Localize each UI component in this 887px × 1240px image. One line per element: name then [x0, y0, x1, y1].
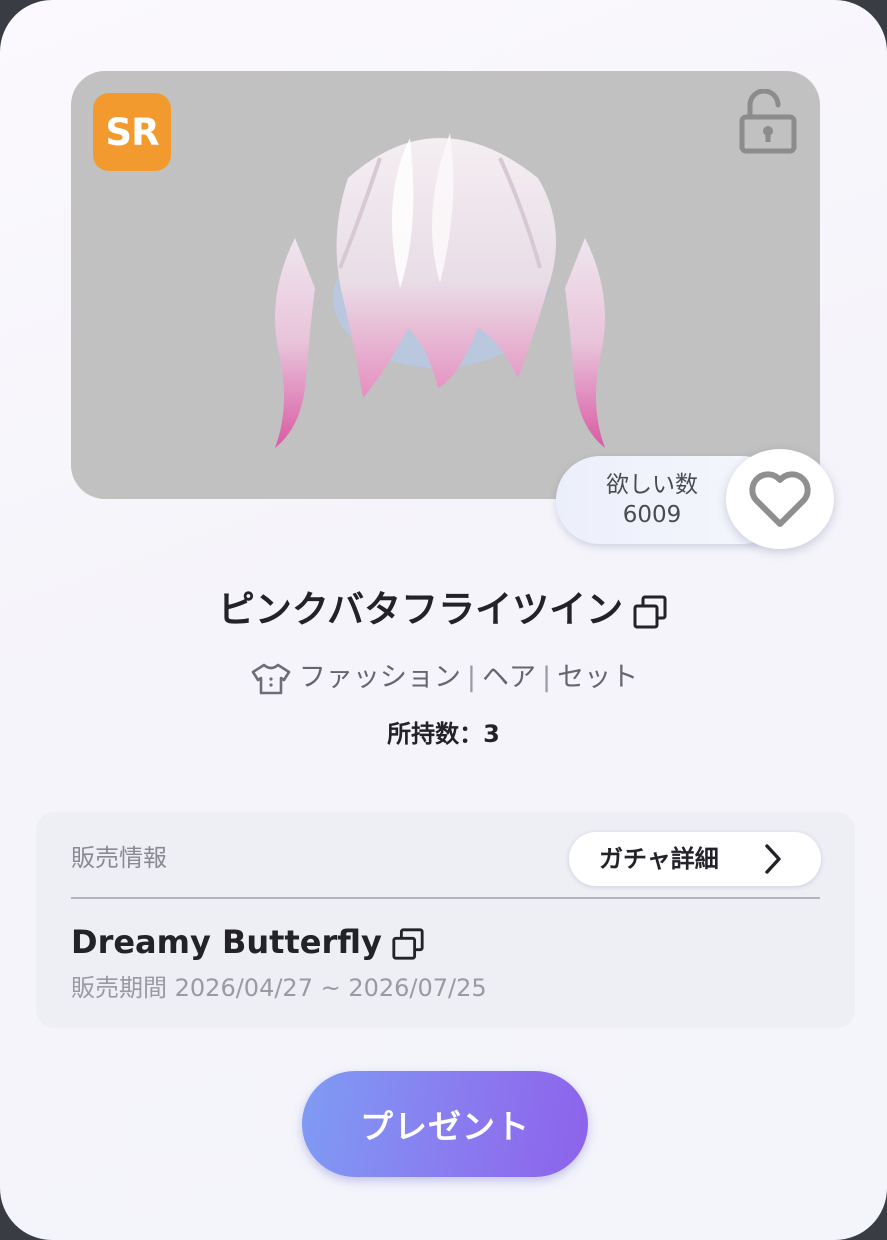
- gacha-name-text: Dreamy Butterfly: [71, 923, 382, 961]
- sales-period-label: 販売期間: [71, 974, 167, 1002]
- sales-period-value: 2026/04/27 ~ 2026/07/25: [174, 974, 487, 1002]
- sales-divider: [71, 897, 820, 899]
- gacha-name: Dreamy Butterfly: [71, 918, 426, 966]
- gacha-details-label: ガチャ詳細: [599, 845, 719, 873]
- unlocked-padlock-icon[interactable]: [736, 89, 800, 155]
- category-separator: |: [466, 662, 476, 693]
- present-button[interactable]: プレゼント: [302, 1071, 588, 1177]
- wishlist-label: 欲しい数: [606, 472, 698, 498]
- owned-count: 所持数：3: [387, 720, 500, 748]
- wishlist-heart-button[interactable]: [726, 449, 834, 549]
- hair-item-image: [275, 133, 605, 448]
- category-separator: |: [542, 662, 552, 693]
- item-title: ピンクバタフライツイン: [0, 580, 887, 640]
- sales-info-label: 販売情報: [71, 844, 167, 872]
- category-set: セット: [557, 662, 639, 693]
- item-categories: ファッション | ヘア | セット: [0, 656, 887, 700]
- sales-period: 販売期間 2026/04/27 ~ 2026/07/25: [71, 968, 487, 1008]
- category-fashion: ファッション: [298, 662, 461, 693]
- chevron-right-icon: [765, 844, 781, 874]
- copy-icon[interactable]: [390, 927, 426, 961]
- item-preview: [71, 71, 820, 499]
- wishlist-count: 6009: [622, 502, 682, 528]
- gacha-details-button[interactable]: ガチャ詳細: [569, 832, 821, 886]
- category-hair: ヘア: [482, 662, 536, 693]
- copy-icon[interactable]: [631, 594, 669, 630]
- item-name: ピンクバタフライツイン: [217, 588, 624, 631]
- shirt-icon: [251, 663, 291, 694]
- rarity-badge: SR: [93, 93, 171, 171]
- heart-outline-icon: [749, 471, 811, 527]
